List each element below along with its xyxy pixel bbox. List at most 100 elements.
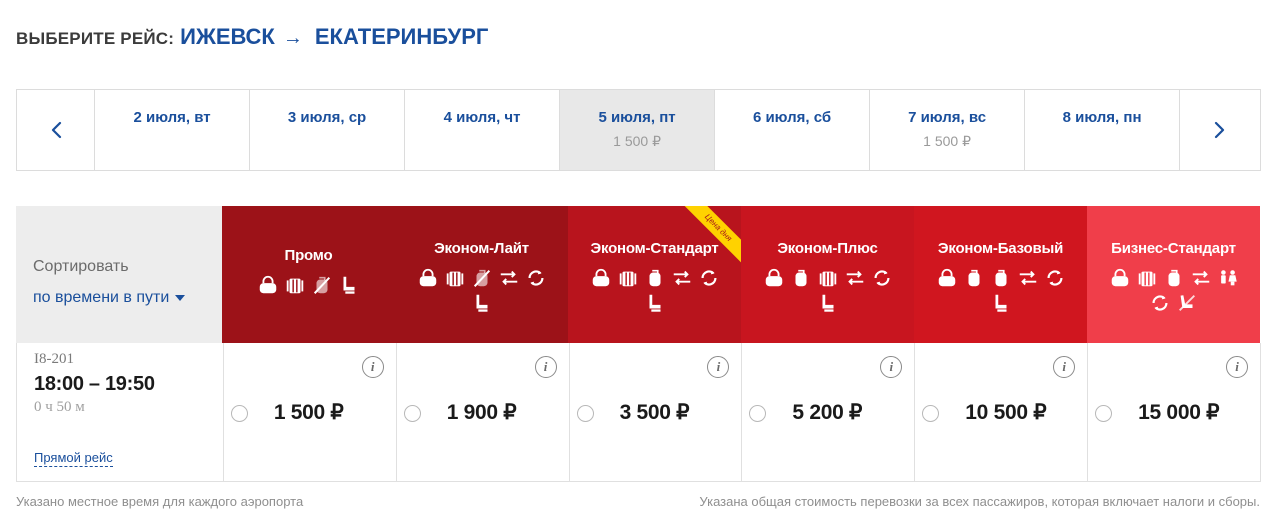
route-arrow: →	[282, 27, 303, 49]
fare-price-option[interactable]: i 15 000 ₽	[1087, 343, 1260, 481]
fare-price: 1 900 ₽	[446, 401, 517, 424]
footer-price-note: Указана общая стоимость перевозки за все…	[699, 494, 1260, 509]
fare-features	[926, 267, 1076, 314]
fare-price: 15 000 ₽	[1138, 401, 1220, 424]
fare-name: Эконом-Стандарт	[590, 240, 719, 257]
sort-label: Сортировать	[33, 258, 129, 275]
refund-icon	[1149, 292, 1171, 314]
fare-name: Эконом-Базовый	[937, 240, 1064, 257]
fare-header: Эконом-Базовый	[914, 206, 1087, 343]
fare-name: Эконом-Лайт	[434, 240, 529, 257]
sort-control: Сортировать по времени в пути	[16, 206, 222, 343]
fare-features	[753, 267, 903, 314]
fare-radio[interactable]	[922, 405, 940, 422]
exchange-icon	[498, 267, 520, 289]
date-label: 2 июля, вт	[133, 109, 211, 126]
seat-icon	[338, 274, 360, 296]
suitcase-crossed-icon	[471, 267, 493, 289]
fare-header: Бизнес-Стандарт	[1087, 206, 1260, 343]
fare-header: Промо	[222, 206, 395, 343]
people-icon	[1217, 267, 1239, 289]
flight-number: I8-201	[34, 351, 74, 367]
fare-price-option[interactable]: i 1 900 ₽	[395, 343, 569, 481]
seat-icon	[990, 292, 1012, 314]
luggage-icon	[444, 267, 466, 289]
exchange-icon	[1017, 267, 1039, 289]
destination-city: ЕКАТЕРИНБУРГ	[314, 24, 489, 49]
next-dates-button[interactable]	[1179, 90, 1260, 170]
date-price: 1 500 ₽	[923, 133, 971, 149]
title-prefix: ВЫБЕРИТЕ РЕЙС:	[16, 29, 175, 48]
bag-icon	[590, 267, 612, 289]
fare-name: Промо	[284, 247, 333, 264]
luggage-icon	[284, 274, 306, 296]
flight-time: 18:00 – 19:50	[34, 373, 155, 395]
chevron-left-icon	[51, 121, 61, 139]
bag-icon	[257, 274, 279, 296]
caret-down-icon	[175, 295, 186, 301]
fare-price: 5 200 ₽	[792, 401, 863, 424]
exchange-icon	[844, 267, 866, 289]
seat-icon	[644, 292, 666, 314]
info-icon[interactable]: i	[361, 356, 384, 378]
date-label: 6 июля, сб	[752, 109, 832, 126]
prev-dates-button[interactable]	[17, 90, 94, 170]
chevron-right-icon	[1214, 121, 1225, 139]
flight-info: I8-201 18:00 – 19:50 0 ч 50 м Прямой рей…	[17, 343, 223, 481]
fare-price: 3 500 ₽	[619, 401, 690, 424]
fare-price: 10 500 ₽	[965, 401, 1047, 424]
fare-price-option[interactable]: i 1 500 ₽	[222, 343, 396, 481]
fare-features	[407, 267, 557, 314]
info-icon[interactable]: i	[1226, 356, 1248, 378]
exchange-icon	[1190, 267, 1212, 289]
footer-local-time-note: Указано местное время для каждого аэропо…	[16, 494, 304, 509]
flight-row: I8-201 18:00 – 19:50 0 ч 50 м Прямой рей…	[16, 343, 1261, 482]
fare-table: Сортировать по времени в пути Промо Эконо…	[16, 206, 1261, 482]
info-icon[interactable]: i	[534, 356, 557, 378]
date-label: 3 июля, ср	[287, 109, 367, 126]
seat-icon	[471, 292, 493, 314]
fare-radio[interactable]	[1095, 405, 1113, 422]
fare-header: Эконом-Лайт	[395, 206, 568, 343]
info-icon[interactable]: i	[1053, 356, 1076, 378]
fare-price-option[interactable]: i 5 200 ₽	[741, 343, 914, 481]
date-cell[interactable]: 7 июля, вс 1 500 ₽	[869, 90, 1024, 170]
fare-header: Эконом-Плюс	[741, 206, 914, 343]
date-cell[interactable]: 4 июля, чт	[404, 90, 559, 170]
recline-seat-icon	[1176, 292, 1198, 314]
fare-price-option[interactable]: i 10 500 ₽	[914, 343, 1087, 481]
fare-features	[580, 267, 730, 314]
refund-icon	[1044, 267, 1066, 289]
fare-features	[1099, 267, 1249, 314]
info-icon[interactable]: i	[880, 356, 903, 378]
origin-city: ИЖЕВСК	[180, 24, 275, 49]
fare-header: Эконом-Стандарт Цена дня	[568, 206, 741, 343]
bag-icon	[417, 267, 439, 289]
date-strip: 2 июля, вт 3 июля, ср 4 июля, чт 5 июля, пт…	[16, 89, 1261, 171]
refund-icon	[698, 267, 720, 289]
luggage-icon	[1136, 267, 1158, 289]
suitcase-crossed-icon	[311, 274, 333, 296]
date-cell[interactable]: 8 июля, пн	[1024, 90, 1179, 170]
flight-duration: 0 ч 50 м	[34, 399, 85, 415]
date-label: 4 июля, чт	[443, 109, 521, 126]
info-icon[interactable]: i	[707, 356, 730, 378]
fare-radio[interactable]	[576, 405, 594, 422]
date-cell[interactable]: 5 июля, пт 1 500 ₽	[559, 90, 715, 170]
suitcase-icon	[990, 267, 1012, 289]
suitcase-icon	[963, 267, 985, 289]
direct-flight-link[interactable]: Прямой рейс	[34, 450, 113, 467]
exchange-icon	[671, 267, 693, 289]
date-cell[interactable]: 6 июля, сб	[714, 90, 869, 170]
sort-value: по времени в пути	[33, 289, 170, 306]
date-price: 1 500 ₽	[613, 133, 661, 149]
date-cell[interactable]: 2 июля, вт	[94, 90, 249, 170]
bag-icon	[763, 267, 785, 289]
luggage-icon	[617, 267, 639, 289]
sort-dropdown[interactable]: по времени в пути	[33, 289, 222, 307]
fare-radio[interactable]	[749, 405, 767, 422]
fare-radio[interactable]	[403, 405, 421, 422]
fare-price-option[interactable]: i 3 500 ₽	[568, 343, 742, 481]
date-cell[interactable]: 3 июля, ср	[249, 90, 404, 170]
fare-radio[interactable]	[230, 405, 248, 422]
